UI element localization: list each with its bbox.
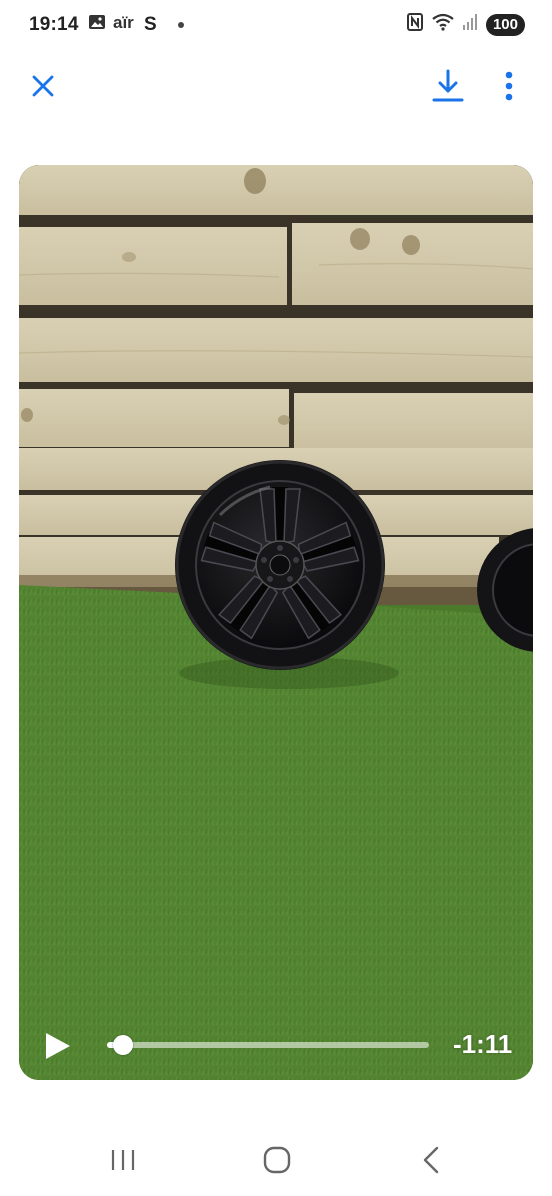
seek-bar[interactable] [107,1035,429,1055]
home-icon [263,1146,291,1174]
status-left-icons: aïr S [88,13,184,37]
recents-button[interactable] [93,1142,153,1178]
play-icon [46,1033,70,1059]
wheel [175,460,385,670]
svg-text:aïr: aïr [113,13,134,31]
wifi-icon [432,13,454,37]
status-time: 19:14 [29,14,79,35]
back-button[interactable] [401,1142,461,1178]
download-button[interactable] [428,66,468,106]
battery-badge: 100 [485,14,525,36]
airtel-icon: aïr [113,13,137,37]
status-bar: 19:14 aïr S 100 [0,0,552,52]
more-options-button[interactable] [492,66,526,106]
gallery-icon [88,13,106,37]
home-button[interactable] [247,1142,307,1178]
close-icon [32,75,54,97]
status-right-icons: 100 [406,13,525,37]
signal-icon [462,13,477,37]
recents-icon [111,1150,135,1170]
video-player[interactable]: -1:11 [19,165,533,1080]
app-bar [0,52,552,122]
notification-dot [177,22,184,28]
play-button[interactable] [43,1031,73,1061]
more-vertical-icon [505,71,513,101]
carrier-text: S [144,14,157,35]
close-button[interactable] [24,67,62,105]
nfc-icon [406,13,423,37]
back-icon [423,1146,439,1174]
system-nav-bar [0,1120,552,1196]
seek-bar-thumb[interactable] [113,1035,134,1055]
video-frame-image [19,165,533,1080]
download-icon [432,69,464,102]
time-remaining: -1:11 [453,1029,513,1059]
